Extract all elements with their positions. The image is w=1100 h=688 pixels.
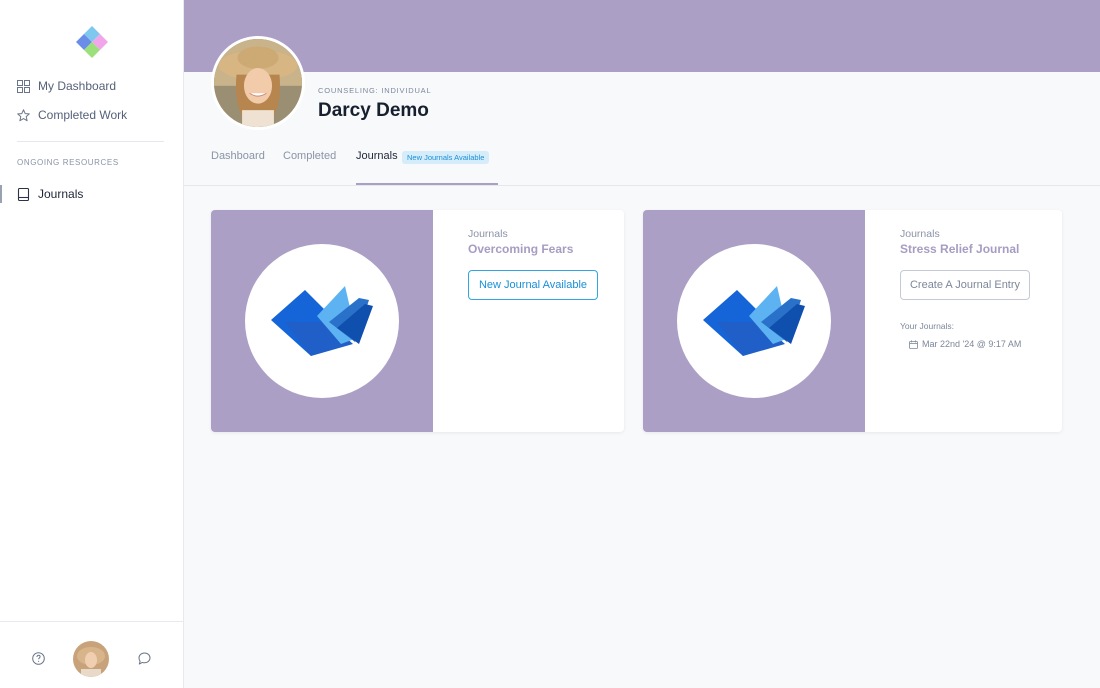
tabs-divider <box>184 185 1100 186</box>
card-title[interactable]: Overcoming Fears <box>468 242 573 256</box>
section-label-ongoing-resources: ONGOING RESOURCES <box>17 158 119 167</box>
tab-completed[interactable]: Completed <box>283 150 336 162</box>
sidebar-item-completed-work[interactable]: Completed Work <box>17 104 127 126</box>
card-title[interactable]: Stress Relief Journal <box>900 242 1019 256</box>
active-indicator <box>0 185 2 203</box>
tab-dashboard[interactable]: Dashboard <box>211 150 265 162</box>
status-badge: New Journals Available <box>402 151 490 164</box>
journal-card: Journals Overcoming Fears New Journal Av… <box>211 210 624 432</box>
program-label: COUNSELING: INDIVIDUAL <box>318 86 432 95</box>
grid-icon <box>17 79 30 93</box>
new-journal-available-button[interactable]: New Journal Available <box>468 270 598 300</box>
page-title: Darcy Demo <box>318 100 429 121</box>
journal-card-image <box>211 210 433 432</box>
star-icon <box>17 108 30 121</box>
card-type-label: Journals <box>900 228 940 240</box>
open-book-icon <box>703 286 805 356</box>
sidebar-divider <box>17 141 164 142</box>
journal-card-image <box>643 210 865 432</box>
client-avatar <box>211 36 305 130</box>
sidebar-item-journals[interactable]: Journals <box>17 183 83 205</box>
your-journals-label: Your Journals: <box>900 321 955 331</box>
open-book-icon <box>271 286 373 356</box>
journal-entry-date: Mar 22nd '24 @ 9:17 AM <box>922 339 1022 349</box>
sidebar-item-label: My Dashboard <box>38 79 117 93</box>
card-type-label: Journals <box>468 228 508 240</box>
create-journal-entry-button[interactable]: Create A Journal Entry <box>900 270 1030 300</box>
user-avatar[interactable] <box>73 641 109 677</box>
profile-banner <box>184 0 1100 72</box>
journal-entry-link[interactable]: Mar 22nd '24 @ 9:17 AM <box>909 339 1021 349</box>
journal-circle <box>677 244 831 398</box>
sidebar-item-label: Journals <box>38 187 84 201</box>
tab-journals[interactable]: Journals <box>356 150 398 162</box>
book-icon <box>17 187 30 201</box>
sidebar: My Dashboard Completed Work ONGOING RESO… <box>0 0 184 688</box>
sidebar-item-label: Completed Work <box>38 108 128 122</box>
app-logo-icon[interactable] <box>72 22 112 62</box>
sidebar-footer <box>0 621 183 688</box>
help-icon[interactable] <box>32 652 45 665</box>
journal-card: Journals Stress Relief Journal Create A … <box>643 210 1062 432</box>
sidebar-item-my-dashboard[interactable]: My Dashboard <box>17 75 116 97</box>
journal-circle <box>245 244 399 398</box>
calendar-icon <box>909 339 918 349</box>
chat-icon[interactable] <box>138 652 151 665</box>
